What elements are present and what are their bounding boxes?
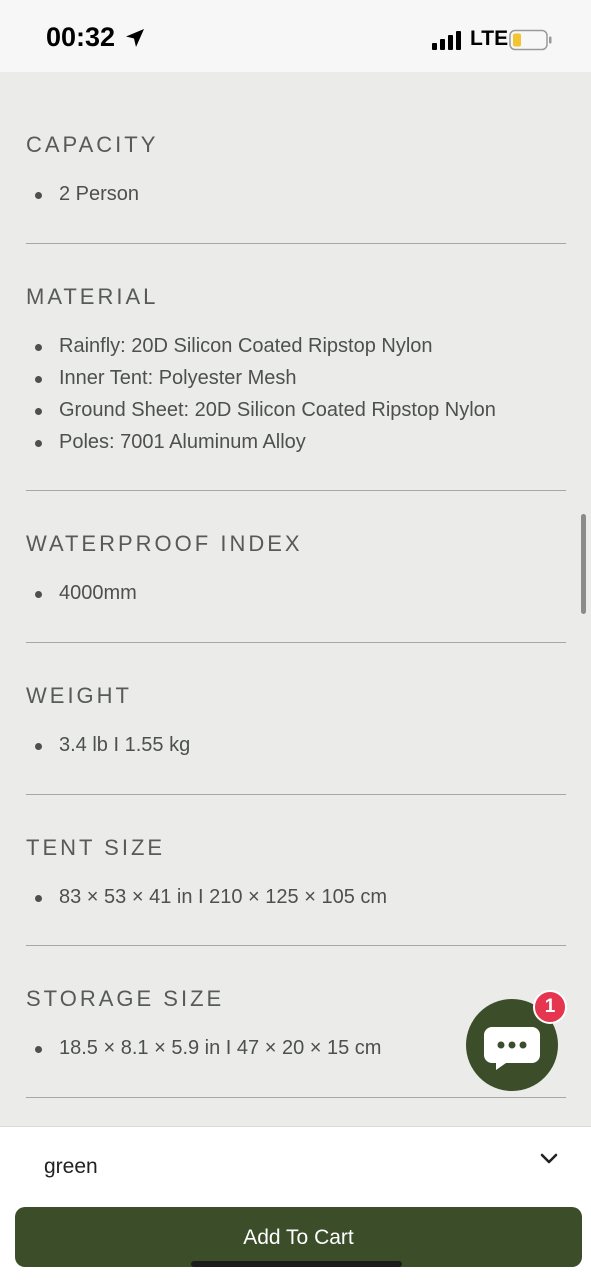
battery-icon [509, 29, 552, 51]
divider [26, 945, 566, 946]
network-label: LTE [470, 27, 509, 50]
bullet-list: 83 × 53 × 41 in I 210 × 125 × 105 cm [26, 881, 566, 913]
status-bar: 00:32 LTE [0, 0, 591, 72]
signal-icon [432, 31, 461, 50]
spec-section-waterproof-index: WATERPROOF INDEX 4000mm [26, 531, 566, 609]
bullet-list: Rainfly: 20D Silicon Coated Ripstop Nylo… [26, 330, 566, 458]
list-item: 4000mm [26, 577, 566, 609]
spec-section-weight: WEIGHT 3.4 lb I 1.55 kg [26, 683, 566, 761]
section-title: WEIGHT [26, 683, 132, 708]
list-item: 2 Person [26, 178, 566, 210]
list-item: Ground Sheet: 20D Silicon Coated Ripstop… [26, 394, 566, 426]
home-indicator [191, 1261, 402, 1267]
list-item: Rainfly: 20D Silicon Coated Ripstop Nylo… [26, 330, 566, 362]
chevron-down-icon [540, 1153, 558, 1164]
variant-select[interactable]: green [0, 1127, 591, 1203]
bullet-list: 3.4 lb I 1.55 kg [26, 729, 566, 761]
list-item: Poles: 7001 Aluminum Alloy [26, 426, 566, 458]
bullet-list: 4000mm [26, 577, 566, 609]
spec-section-capacity: CAPACITY 2 Person [26, 132, 566, 210]
status-time: 00:32 [46, 22, 116, 52]
divider [26, 642, 566, 643]
section-title: CAPACITY [26, 132, 159, 157]
scrollbar[interactable] [581, 514, 586, 614]
section-title: MATERIAL [26, 284, 159, 309]
purchase-panel: green Add To Cart [0, 1126, 591, 1280]
location-arrow-icon [126, 29, 144, 47]
divider [26, 794, 566, 795]
bullet-list: 2 Person [26, 178, 566, 210]
spec-list: CAPACITY 2 Person MATERIAL Rainfly: 20D … [0, 72, 591, 1126]
variant-selected-value: green [44, 1155, 98, 1178]
divider [26, 243, 566, 244]
section-title: WATERPROOF INDEX [26, 531, 303, 556]
section-title: TENT SIZE [26, 835, 166, 860]
list-item: 3.4 lb I 1.55 kg [26, 729, 566, 761]
notification-badge: 1 [533, 990, 567, 1024]
spec-section-material: MATERIAL Rainfly: 20D Silicon Coated Rip… [26, 284, 566, 458]
spec-section-tent-size: TENT SIZE 83 × 53 × 41 in I 210 × 125 × … [26, 835, 566, 913]
divider [26, 490, 566, 491]
add-to-cart-button[interactable]: Add To Cart [15, 1207, 582, 1267]
list-item: 83 × 53 × 41 in I 210 × 125 × 105 cm [26, 881, 566, 913]
divider [26, 1097, 566, 1098]
list-item: Inner Tent: Polyester Mesh [26, 362, 566, 394]
